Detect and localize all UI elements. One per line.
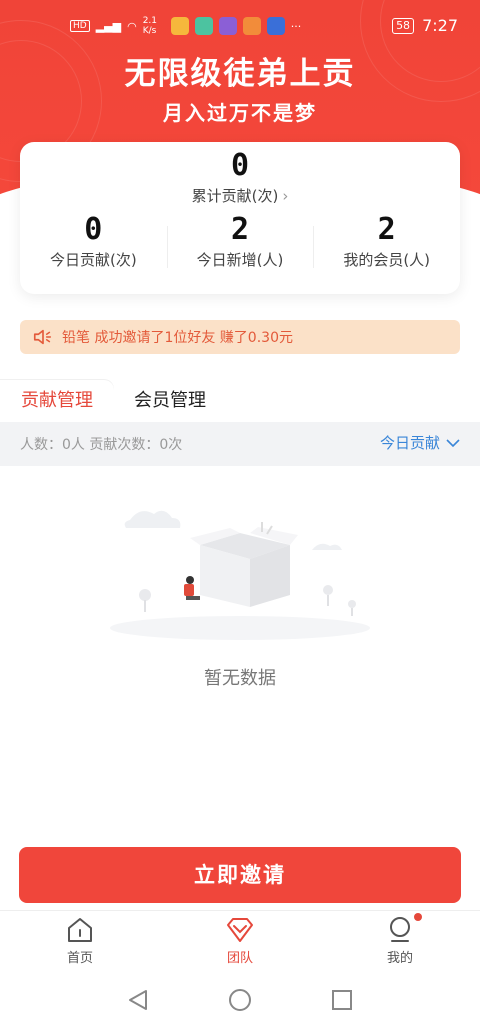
more-icon: ··· — [290, 19, 302, 33]
net-speed: 2.1 K/s — [142, 16, 158, 36]
total-contribution[interactable]: 0 累计贡献(次) › — [20, 148, 460, 206]
total-label: 累计贡献(次) — [191, 187, 279, 205]
home-icon — [68, 918, 92, 942]
stats-row: 0 今日贡献(次) 2 今日新增(人) 2 我的会员(人) — [20, 212, 460, 270]
total-label-row: 累计贡献(次) › — [20, 185, 460, 206]
signal-icon: ▂▄▆ — [95, 19, 122, 33]
system-nav-bar — [0, 976, 480, 1026]
nav-mine-label: 我的 — [386, 951, 413, 966]
notice-bar: 铅笔 成功邀请了1位好友 赚了0.30元 — [20, 320, 460, 354]
stat-label: 我的会员(人) — [343, 251, 431, 269]
app-notification-icon — [218, 17, 237, 35]
battery-icon: 58 — [392, 17, 415, 34]
hero-title: 无限级徒弟上贡 — [124, 56, 356, 92]
filter-dropdown[interactable]: 今日贡献 — [380, 432, 460, 453]
app-notification-icon — [170, 17, 189, 35]
chevron-right-icon: › — [282, 187, 289, 205]
stat-label: 今日新增(人) — [196, 251, 284, 269]
summary-card: 0 累计贡献(次) › 0 今日贡献(次) 2 今日新增(人) 2 我的会员(人) — [20, 142, 460, 294]
stat-value: 0 — [84, 212, 103, 247]
notification-dot — [414, 913, 422, 921]
tab-members[interactable]: 会员管理 — [134, 380, 206, 422]
nav-home[interactable]: 首页 — [0, 911, 160, 977]
nav-team-label: 团队 — [226, 951, 253, 966]
tab-contribution[interactable]: 贡献管理 — [0, 380, 114, 422]
empty-text: 暂无数据 — [204, 668, 276, 689]
back-icon[interactable] — [129, 990, 147, 1010]
app-notification-icon — [194, 17, 213, 35]
nav-team[interactable]: 团队 — [160, 911, 320, 977]
empty-box-illustration — [110, 510, 370, 640]
stat-my-members: 2 我的会员(人) — [313, 212, 460, 270]
stat-value: 2 — [377, 212, 396, 247]
profile-icon — [390, 917, 410, 942]
tab-bar: 贡献管理 会员管理 — [0, 380, 480, 422]
status-right: 58 7:27 — [392, 16, 458, 35]
bottom-nav: 首页 团队 我的 — [0, 910, 480, 977]
status-bar: HD ▂▄▆ ◠ 2.1 K/s ··· 58 7:27 — [0, 0, 480, 52]
nav-home-label: 首页 — [66, 951, 93, 966]
clock: 7:27 — [422, 16, 458, 35]
hd-icon: HD — [70, 20, 90, 32]
speaker-icon — [33, 329, 52, 345]
notice-text: 铅笔 成功邀请了1位好友 赚了0.30元 — [62, 330, 293, 346]
filter-bar: 人数：0人 贡献次数：0次 今日贡献 — [0, 422, 480, 466]
app-notification-icon — [242, 17, 261, 35]
status-left-icons: HD ▂▄▆ ◠ 2.1 K/s ··· — [70, 16, 301, 36]
wifi-icon: ◠ — [127, 19, 137, 33]
invite-button[interactable]: 立即邀请 — [19, 847, 461, 903]
stat-value: 2 — [230, 212, 250, 247]
filter-info: 人数：0人 贡献次数：0次 — [20, 437, 183, 453]
stat-today-contribution: 0 今日贡献(次) — [20, 212, 167, 270]
stat-label: 今日贡献(次) — [49, 251, 137, 269]
chevron-down-icon — [446, 438, 460, 447]
recents-icon[interactable] — [332, 990, 352, 1010]
hero-subtitle: 月入过万不是梦 — [163, 101, 317, 125]
stat-today-new: 2 今日新增(人) — [166, 212, 314, 270]
app-notification-icon — [266, 17, 285, 35]
diamond-icon — [227, 918, 253, 942]
total-value: 0 — [230, 148, 250, 183]
nav-mine[interactable]: 我的 — [320, 911, 480, 977]
home-circle-icon[interactable] — [229, 989, 251, 1011]
filter-selected: 今日贡献 — [379, 434, 440, 452]
